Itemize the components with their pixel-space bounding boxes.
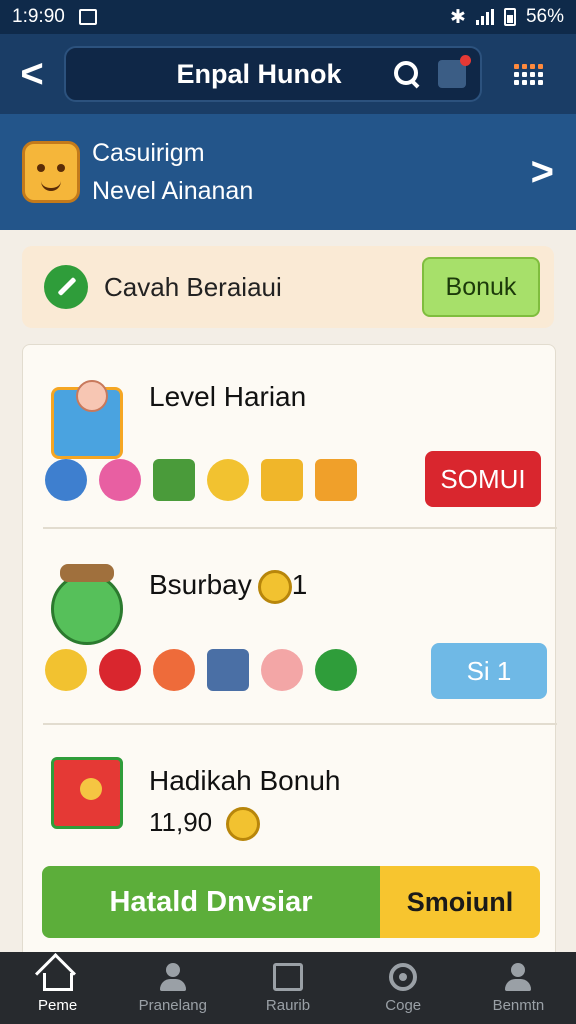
- claim-button[interactable]: SOMUI: [425, 451, 541, 507]
- reward-icons: [45, 459, 357, 501]
- signal-icon: [475, 9, 494, 25]
- notice-card: Cavah Beraiaui Bonuk: [22, 246, 554, 328]
- reward-chip-icon: [45, 459, 87, 501]
- reward-icons: [45, 649, 357, 691]
- account-icon: [503, 962, 533, 991]
- nav-label: Peme: [38, 996, 78, 1014]
- reward-chip-icon: [153, 459, 195, 501]
- notification-dot: [460, 55, 471, 66]
- star-icon: [207, 459, 249, 501]
- entry-subtitle: 11,90: [149, 807, 261, 842]
- list-item: Level Harian SOMUI: [23, 345, 557, 525]
- entry-title: Bsurbay 1: [149, 569, 307, 604]
- shop-bag-icon[interactable]: [438, 55, 471, 88]
- book-icon: [273, 962, 303, 991]
- notice-text: Cavah Beraiaui: [104, 271, 282, 302]
- entry-amount: 11,90: [149, 807, 213, 837]
- banner-line-2: Nevel Ainanan: [92, 177, 254, 205]
- back-button[interactable]: <: [0, 34, 64, 114]
- status-time: 1:9:90: [12, 6, 65, 27]
- mascot-icon: [22, 141, 80, 203]
- bonus-button[interactable]: Bonuk: [422, 257, 540, 317]
- nav-item-home[interactable]: Peme: [0, 952, 115, 1024]
- chevron-right-icon[interactable]: >: [531, 150, 554, 195]
- claim-button[interactable]: Si 1: [431, 643, 547, 699]
- reward-chip-icon: [99, 459, 141, 501]
- bottom-nav: Peme Pranelang Raurib Coge Benmtn: [0, 952, 576, 1024]
- entry-title-suffix: 1: [291, 569, 308, 600]
- list-item: Hadikah Bonuh 11,90: [23, 725, 557, 865]
- reward-chip-icon: [261, 649, 303, 691]
- cactus-icon: [51, 564, 123, 645]
- coin-icon: [257, 569, 292, 604]
- reward-chip-icon: [207, 649, 249, 691]
- coin-icon: [226, 807, 261, 842]
- level-banner[interactable]: Casuirigm Nevel Ainanan >: [0, 114, 576, 230]
- entry-title-text: Bsurbay: [149, 569, 252, 600]
- entry-title: Hadikah Bonuh: [149, 765, 341, 796]
- nav-item-settings[interactable]: Coge: [346, 952, 461, 1024]
- status-bar: 1:9:90 ✱ 56%: [0, 0, 576, 34]
- app-header: < Enpal Hunok: [0, 34, 576, 114]
- footer-action-bar: Hatald Dnvsiar Smoiunl: [42, 866, 540, 938]
- nav-item-account[interactable]: Benmtn: [461, 952, 576, 1024]
- banner-line-1: Casuirigm: [92, 139, 205, 167]
- nav-item-book[interactable]: Raurib: [230, 952, 345, 1024]
- bluetooth-icon: ✱: [450, 6, 466, 28]
- battery-percent: 56%: [525, 6, 564, 27]
- reward-chip-icon: [153, 649, 195, 691]
- home-icon: [42, 972, 73, 991]
- profile-icon: [158, 962, 188, 991]
- footer-secondary-button[interactable]: Smoiunl: [380, 866, 540, 938]
- menu-button[interactable]: [482, 34, 576, 114]
- page-title: Enpal Hunok: [176, 58, 342, 89]
- nav-item-profile[interactable]: Pranelang: [115, 952, 230, 1024]
- menu-grid-icon: [514, 63, 544, 85]
- entry-title: Level Harian: [149, 381, 307, 412]
- toy-box-icon: [51, 380, 123, 459]
- search-icon[interactable]: [392, 59, 422, 89]
- gift-box-icon: [51, 757, 123, 829]
- image-notification-icon: [78, 9, 97, 25]
- title-bar[interactable]: Enpal Hunok: [64, 46, 482, 102]
- reward-chip-icon: [261, 459, 303, 501]
- nav-label: Raurib: [265, 996, 311, 1014]
- footer-primary-button[interactable]: Hatald Dnvsiar: [42, 866, 380, 938]
- list-item: Bsurbay 1 Si 1: [23, 529, 557, 723]
- flame-icon: [99, 649, 141, 691]
- gear-icon: [389, 962, 418, 991]
- star-icon: [45, 649, 87, 691]
- nav-label: Pranelang: [138, 996, 207, 1014]
- check-icon: [44, 265, 88, 309]
- reward-chip-icon: [315, 459, 357, 501]
- battery-icon: [503, 8, 516, 26]
- nav-label: Benmtn: [492, 996, 545, 1014]
- nav-label: Coge: [385, 996, 422, 1014]
- reward-chip-icon: [315, 649, 357, 691]
